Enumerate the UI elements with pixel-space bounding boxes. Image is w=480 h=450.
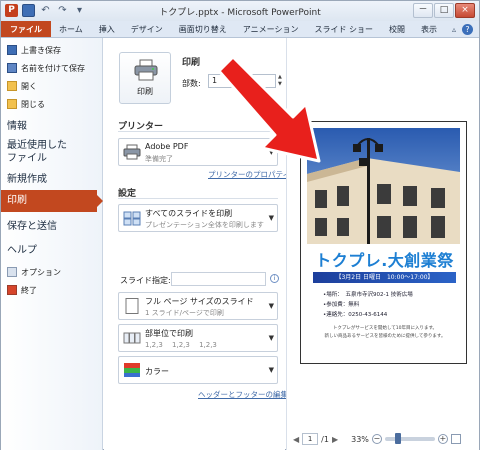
tab-view[interactable]: 表示 (413, 21, 445, 37)
nav-options-label: オプション (21, 267, 61, 277)
nav-save-as-label: 名前を付けて保存 (21, 63, 85, 73)
chevron-down-icon: ▼ (268, 214, 274, 222)
tab-slide-show[interactable]: スライド ショー (306, 21, 381, 37)
chevron-down-icon: ▼ (268, 366, 274, 374)
open-folder-icon (7, 81, 17, 91)
close-file-icon (7, 99, 17, 109)
options-icon (7, 267, 17, 277)
nav-exit[interactable]: 終了 (7, 283, 37, 297)
nav-save[interactable]: 上書き保存 (7, 43, 61, 57)
layout-desc: 1 スライド/ページで印刷 (145, 309, 224, 317)
layout-label: フル ページ サイズのスライド (145, 297, 254, 306)
nav-close[interactable]: 閉じる (7, 97, 45, 111)
flyer-footnote-2: 新しい商品あるサービスを皆様のために提供して参ります。 (324, 334, 446, 339)
next-page-icon[interactable]: ▶ (332, 435, 338, 444)
nav-open[interactable]: 開く (7, 79, 37, 93)
full-page-slide-icon (125, 298, 139, 314)
copies-label: 部数: (182, 79, 201, 88)
powerpoint-window: P ↶ ↷ ▾ トクプレ.pptx - Microsoft PowerPoint… (0, 0, 480, 450)
nav-recent-line1[interactable]: 最近使用した (7, 139, 67, 152)
collate-desc: 1,2,3 1,2,3 1,2,3 (145, 341, 217, 349)
nav-recent-line2[interactable]: ファイル (7, 152, 47, 165)
zoom-out-icon[interactable]: − (371, 434, 382, 444)
flyer-info-location: •場所： 五泉市寺沢902-1 技術広場 (323, 292, 413, 298)
flyer-date-band: 【3月2日 日曜日 10:00～17:00】 (313, 272, 456, 283)
nav-new[interactable]: 新規作成 (7, 173, 47, 186)
zoom-level: 33% (351, 434, 369, 444)
tab-file[interactable]: ファイル (1, 21, 51, 37)
print-section-title: 印刷 (182, 58, 201, 68)
nav-save-as[interactable]: 名前を付けて保存 (7, 61, 85, 75)
window-controls: － □ × (413, 3, 475, 18)
building-photo (307, 128, 460, 244)
tab-home[interactable]: ホーム (51, 21, 91, 37)
tab-insert[interactable]: 挿入 (91, 21, 123, 37)
layout-dropdown[interactable]: フル ページ サイズのスライド 1 スライド/ページで印刷 ▼ (118, 292, 278, 320)
print-range-desc: プレゼンテーション全体を印刷します (145, 221, 264, 229)
red-arrow-icon (217, 55, 321, 163)
flyer-title: トクプレ.大創業祭 (315, 251, 454, 270)
nav-info[interactable]: 情報 (7, 120, 27, 133)
print-button-label: 印刷 (137, 87, 153, 96)
color-label: カラー (145, 367, 169, 376)
settings-divider (118, 198, 278, 199)
nav-save-label: 上書き保存 (21, 45, 61, 55)
minimize-button[interactable]: － (413, 3, 433, 18)
printer-icon (134, 59, 158, 81)
tab-review[interactable]: 校閲 (381, 21, 413, 37)
maximize-button[interactable]: □ (434, 3, 454, 18)
zoom-slider[interactable] (384, 433, 435, 444)
ribbon-right-controls: ▵ ? (452, 21, 479, 37)
nav-close-label: 閉じる (21, 99, 45, 109)
title-bar: P ↶ ↷ ▾ トクプレ.pptx - Microsoft PowerPoint… (1, 1, 479, 21)
printer-status: 準備完了 (145, 155, 173, 163)
zoom-in-icon[interactable]: + (437, 434, 448, 444)
window-title: トクプレ.pptx - Microsoft PowerPoint (159, 8, 321, 18)
print-button[interactable]: 印刷 (119, 52, 171, 104)
preview-status-bar: ◀ 1 /1 ▶ 33% − + (287, 428, 480, 450)
printer-small-icon (123, 144, 141, 160)
close-button[interactable]: × (455, 3, 475, 18)
save-as-icon (7, 63, 17, 73)
print-range-label: すべてのスライドを印刷 (145, 209, 233, 218)
printer-name: Adobe PDF (145, 142, 189, 151)
tab-design[interactable]: デザイン (123, 21, 171, 37)
previous-page-icon[interactable]: ◀ (293, 435, 299, 444)
nav-options[interactable]: オプション (7, 265, 61, 279)
color-dropdown[interactable]: カラー ▼ (118, 356, 278, 384)
color-icon (124, 363, 140, 377)
collate-label: 部単位で印刷 (145, 329, 193, 338)
help-icon[interactable]: ? (462, 23, 473, 35)
collate-dropdown[interactable]: 部単位で印刷 1,2,3 1,2,3 1,2,3 ▼ (118, 324, 278, 352)
flyer-info-fee: •参加費：無料 (323, 302, 360, 308)
tab-animations[interactable]: アニメーション (235, 21, 307, 37)
flyer-info-contact: •連絡先：0250-43-6144 (323, 312, 388, 318)
collate-icon (123, 332, 141, 344)
slide-spec-input[interactable] (171, 272, 266, 286)
print-range-dropdown[interactable]: すべてのスライドを印刷 プレゼンテーション全体を印刷します ▼ (118, 204, 278, 232)
tab-transitions[interactable]: 画面切り替え (171, 21, 235, 37)
fit-to-window-icon[interactable] (450, 434, 461, 444)
chevron-down-icon: ▼ (268, 302, 274, 310)
nav-exit-label: 終了 (21, 285, 37, 295)
exit-icon (7, 285, 17, 295)
slide-spec-label: スライド指定: (120, 276, 171, 285)
save-icon (7, 45, 17, 55)
nav-open-label: 開く (21, 81, 37, 91)
flyer-footnote-1: トクプレがサービスを開始して10年目に入ります。 (332, 326, 438, 331)
backstage-nav: 上書き保存 名前を付けて保存 開く 閉じる 情報 最近使用した ファイル 新規作… (1, 38, 103, 450)
zoom-slider-thumb[interactable] (394, 433, 401, 444)
nav-help[interactable]: ヘルプ (7, 244, 37, 257)
minimize-ribbon-icon[interactable]: ▵ (452, 25, 456, 34)
page-total: /1 (321, 434, 329, 444)
printer-properties-link[interactable]: プリンターのプロパティ (208, 169, 290, 180)
slides-range-icon (123, 211, 141, 226)
nav-print[interactable]: 印刷 (1, 190, 103, 212)
page-number-input[interactable]: 1 (302, 433, 319, 445)
ribbon-tabs: ファイル ホーム 挿入 デザイン 画面切り替え アニメーション スライド ショー… (1, 21, 479, 38)
nav-save-send[interactable]: 保存と送信 (7, 220, 57, 233)
info-icon[interactable]: i (270, 274, 279, 283)
header-footer-link[interactable]: ヘッダーとフッターの編集 (198, 389, 288, 400)
chevron-down-icon: ▼ (268, 334, 274, 342)
